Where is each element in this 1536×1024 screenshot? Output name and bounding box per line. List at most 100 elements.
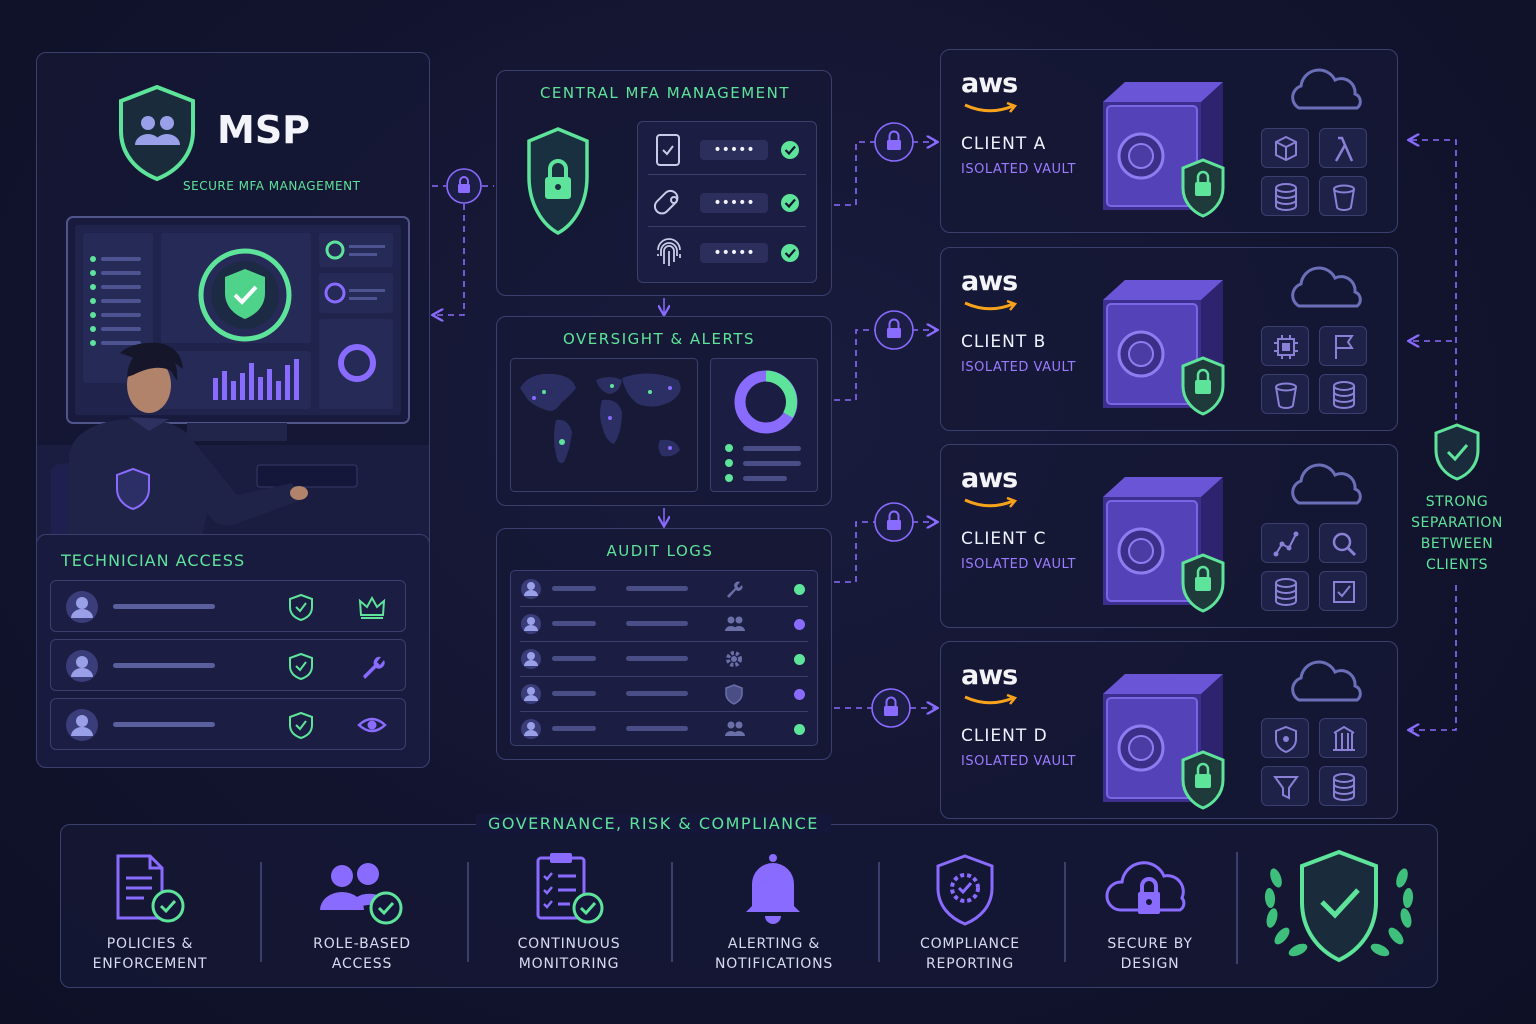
separation-label: STRONG SEPARATION BETWEEN CLIENTS — [1411, 494, 1503, 573]
shield-check-icon — [289, 593, 313, 621]
database-icon — [1319, 766, 1367, 806]
cloud-icon — [1291, 266, 1362, 308]
user-avatar-icon — [521, 684, 541, 704]
msp-subtitle: SECURE MFA MANAGEMENT — [183, 179, 361, 193]
laurel-shield-badge-icon — [1264, 849, 1414, 963]
client-name: CLIENT C — [961, 529, 1047, 549]
graph-icon — [1261, 523, 1309, 563]
client-subtitle: ISOLATED VAULT — [961, 557, 1076, 572]
grc-label-policies: POLICIES & ENFORCEMENT — [92, 936, 208, 972]
client-name: CLIENT A — [961, 134, 1047, 154]
aws-logo: aws — [961, 660, 1018, 691]
client-name: CLIENT B — [961, 332, 1047, 352]
users-icon — [725, 616, 745, 631]
user-avatar-icon — [66, 591, 98, 623]
shield-check-icon — [1434, 423, 1480, 481]
user-avatar-icon — [521, 719, 541, 739]
aws-smile-icon — [964, 300, 1018, 311]
cube-icon — [1261, 128, 1309, 168]
audit-log-row[interactable] — [510, 572, 818, 606]
status-dot — [794, 654, 805, 665]
shield-check-icon — [289, 652, 313, 680]
cloud-icon — [1291, 463, 1362, 505]
technician-access-title: TECHNICIAN ACCESS — [61, 551, 246, 570]
client-subtitle: ISOLATED VAULT — [961, 162, 1076, 177]
client-card-a[interactable]: aws CLIENT A ISOLATED VAULT — [940, 49, 1398, 233]
bucket-icon — [1319, 176, 1367, 216]
client-card-d[interactable]: aws CLIENT D ISOLATED VAULT — [940, 641, 1398, 819]
donut-chart-icon — [734, 370, 798, 434]
mfa-code-field: ••••• — [700, 140, 768, 160]
user-avatar-icon — [521, 579, 541, 599]
technician-workstation-illustration — [37, 216, 429, 537]
audit-log-row[interactable] — [510, 642, 818, 676]
wrench-icon — [363, 656, 385, 679]
audit-log-row[interactable] — [510, 607, 818, 641]
columns-icon — [1319, 718, 1367, 758]
oversight-title: OVERSIGHT & ALERTS — [562, 330, 756, 348]
chip-icon — [1261, 326, 1309, 366]
user-avatar-icon — [66, 650, 98, 682]
check-circle-icon — [781, 194, 799, 212]
lock-shield-icon — [527, 127, 589, 235]
user-avatar-icon — [521, 614, 541, 634]
alerts-summary — [710, 358, 818, 492]
client-subtitle: ISOLATED VAULT — [961, 754, 1076, 769]
user-avatar-icon — [66, 709, 98, 741]
crown-icon — [358, 595, 386, 619]
status-dot — [794, 689, 805, 700]
status-dot — [794, 724, 805, 735]
central-mfa-title: CENTRAL MFA MANAGEMENT — [539, 84, 791, 102]
client-card-b[interactable]: aws CLIENT B ISOLATED VAULT — [940, 247, 1398, 431]
role-users-icon — [320, 863, 403, 925]
grc-label-rbac: ROLE-BASED ACCESS — [313, 936, 411, 972]
status-dot — [794, 619, 805, 630]
audit-log-row[interactable] — [510, 677, 818, 711]
cloud-icon — [1291, 68, 1362, 110]
gear-icon — [726, 651, 742, 667]
grc-title: GOVERNANCE, RISK & COMPLIANCE — [476, 814, 831, 833]
database-icon — [1319, 374, 1367, 414]
bell-icon — [746, 854, 800, 924]
vault-icon — [1103, 82, 1225, 218]
wrench-icon — [727, 581, 743, 598]
client-name: CLIENT D — [961, 726, 1048, 746]
client-subtitle: ISOLATED VAULT — [961, 360, 1076, 375]
mfa-code-field: ••••• — [700, 243, 768, 263]
bucket-icon — [1261, 374, 1309, 414]
cloud-lock-icon — [1105, 861, 1186, 914]
aws-logo: aws — [961, 463, 1018, 494]
technician-row[interactable] — [50, 698, 406, 750]
vault-icon — [1103, 280, 1225, 416]
filter-icon — [1261, 766, 1309, 806]
phone-icon — [656, 134, 680, 166]
search-icon — [1319, 523, 1367, 563]
compliance-shield-icon — [936, 854, 994, 926]
shield-icon — [1261, 718, 1309, 758]
fingerprint-icon — [657, 238, 681, 266]
aws-smile-icon — [964, 497, 1018, 508]
database-icon — [1261, 176, 1309, 216]
grc-label-monitoring: CONTINUOUS MONITORING — [517, 936, 621, 972]
flag-icon — [1319, 326, 1367, 366]
audit-log-row[interactable] — [510, 712, 818, 746]
user-avatar-icon — [521, 649, 541, 669]
aws-logo: aws — [961, 68, 1018, 99]
client-card-c[interactable]: aws CLIENT C ISOLATED VAULT — [940, 444, 1398, 628]
audit-logs-title: AUDIT LOGS — [606, 542, 714, 560]
world-map — [510, 358, 698, 492]
policy-document-icon — [116, 854, 185, 923]
grc-label-secure-design: SECURE BY DESIGN — [1107, 936, 1193, 972]
check-circle-icon — [781, 244, 799, 262]
technician-row[interactable] — [50, 580, 406, 632]
users-shield-icon — [119, 84, 195, 182]
status-dot — [794, 584, 805, 595]
grc-label-alerting: ALERTING & NOTIFICATIONS — [714, 936, 834, 972]
check-circle-icon — [781, 141, 799, 159]
vault-icon — [1103, 477, 1225, 613]
database-icon — [1261, 571, 1309, 611]
technician-row[interactable] — [50, 639, 406, 691]
aws-smile-icon — [964, 102, 1018, 113]
vault-icon — [1103, 674, 1225, 810]
shield-icon — [725, 684, 743, 705]
